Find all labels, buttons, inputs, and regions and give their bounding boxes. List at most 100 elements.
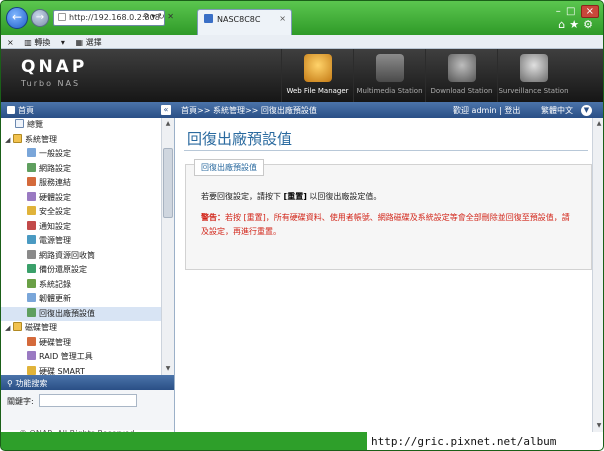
keyword-input[interactable] [39, 394, 137, 407]
tree-item-label: 系統管理 [25, 134, 57, 144]
home-icon[interactable]: ⌂ [558, 18, 569, 31]
tree-item[interactable]: RAID 管理工具 [1, 350, 161, 365]
reset-key-text: [重置] [283, 192, 307, 201]
menu-item-icon [27, 351, 36, 360]
app-surveillance-station[interactable]: Surveillance Station [497, 49, 569, 102]
scroll-up-icon[interactable]: ▲ [594, 119, 603, 129]
tree-item[interactable]: 總覽 [1, 118, 161, 133]
tab-favicon-icon [204, 14, 213, 23]
scroll-thumb[interactable] [163, 148, 173, 218]
favorites-icon[interactable]: ★ [569, 18, 583, 31]
tree-item[interactable]: 硬碟 SMART [1, 365, 161, 376]
qnap-header: QNAP Turbo NAS Web File Manager Multimed… [1, 49, 603, 102]
close-icon[interactable]: × [7, 38, 14, 47]
menu-item-icon [27, 220, 36, 230]
home-link[interactable]: 首頁 [7, 105, 34, 116]
tree-item[interactable]: 備份還原設定 [1, 263, 161, 278]
tree-item[interactable]: 一般設定 [1, 147, 161, 162]
app-download-station[interactable]: Download Station [425, 49, 497, 102]
tree-item-label: 硬體設定 [39, 192, 71, 202]
menu-item-icon [15, 119, 24, 128]
tree-item-label: 硬碟 SMART [39, 366, 85, 376]
search-panel: 關鍵字: [1, 390, 174, 430]
reset-instruction: 若要回復設定，請按下 [重置] 以回復出廠設定值。 [201, 192, 382, 201]
menu-item-icon [27, 177, 36, 186]
app-multimedia-station[interactable]: Multimedia Station [353, 49, 425, 102]
tree-item-label: 服務連結 [39, 178, 71, 187]
tree-group[interactable]: ◢ 系統管理 [1, 133, 161, 148]
menu-item-icon [27, 264, 36, 273]
tree-item[interactable]: 回復出廠預設值 [1, 306, 161, 321]
folder-icon [13, 133, 22, 143]
warning-text: 警告：若按 [重置]，所有硬碟資料、使用者帳號、網路磁碟及系統設定等會全部刪除並… [201, 213, 570, 236]
tree-group[interactable]: ◢ 磁碟管理 [1, 321, 161, 336]
tree-item-label: 備份還原設定 [39, 265, 87, 274]
close-window-icon[interactable]: × [580, 5, 599, 18]
scroll-down-icon[interactable]: ▼ [594, 421, 603, 431]
page-title: 回復出廠預設值 [187, 130, 293, 148]
sidebar-scrollbar[interactable]: ▲ ▼ [161, 118, 174, 375]
reset-panel: 回復出廠預設值 若要回復設定，請按下 [重置] 以回復出廠設定值。 警告：若按 … [185, 159, 592, 270]
keyword-label: 關鍵字: [7, 397, 34, 406]
stop-icon[interactable]: ✕ [167, 12, 174, 21]
language-select[interactable]: 繁體中文 [541, 105, 573, 116]
folder-icon [13, 322, 22, 331]
menu-item-icon [27, 365, 36, 375]
tree-item[interactable]: 網路資源回收筒 [1, 249, 161, 264]
refresh-icon[interactable]: ↻ [158, 12, 165, 21]
menu-item-icon [27, 235, 36, 244]
watermark: http://gric.pixnet.net/album [367, 432, 603, 450]
tree-item[interactable]: 電源管理 [1, 234, 161, 249]
tree-item[interactable]: 系統記錄 [1, 278, 161, 293]
close-tab-icon[interactable]: × [279, 14, 286, 23]
tree-item[interactable]: 硬碟管理 [1, 336, 161, 351]
scroll-up-icon[interactable]: ▲ [163, 119, 173, 129]
tree-item-label: 網路資源回收筒 [39, 250, 95, 260]
browser-tab[interactable]: NASC8C8C × [197, 9, 292, 35]
tree-item[interactable]: 硬體設定 [1, 191, 161, 206]
collapse-sidebar-icon[interactable]: « [161, 105, 171, 115]
welcome-logout[interactable]: 歡迎 admin | 登出 [453, 105, 520, 116]
app-web-file-manager[interactable]: Web File Manager [281, 49, 353, 102]
back-icon[interactable]: ← [6, 7, 28, 29]
settings-icon[interactable]: ⚙ [583, 18, 597, 31]
minimize-icon[interactable]: – [556, 6, 561, 17]
dropdown-icon[interactable]: ▾ [151, 12, 155, 21]
chevron-down-icon[interactable]: ▼ [581, 105, 592, 116]
tree-item[interactable]: 安全設定 [1, 205, 161, 220]
select-button[interactable]: ▦ 選擇 [75, 38, 109, 47]
scroll-down-icon[interactable]: ▼ [163, 364, 173, 374]
download-station-icon [448, 54, 476, 82]
panel-title: 回復出廠預設值 [194, 159, 264, 176]
multimedia-station-icon [376, 54, 404, 82]
main-scrollbar[interactable]: ▲ ▼ [592, 118, 603, 432]
search-panel-header[interactable]: ⚲ 功能搜索 [1, 375, 174, 390]
menu-item-icon [27, 293, 36, 302]
tree-item-label: 網路設定 [39, 163, 71, 173]
tree-item[interactable]: 韌體更新 [1, 292, 161, 307]
address-controls[interactable]: ⚲ ▾ ↻ ✕ [143, 12, 174, 21]
menu-item-icon [27, 278, 36, 288]
tree-item[interactable]: 服務連結 [1, 176, 161, 191]
tree-item-label: 回復出廠預設值 [39, 308, 95, 318]
browser-command-bar: × ▥ 轉換 ▾ ▦ 選擇 [1, 35, 603, 49]
menu-item-icon [27, 307, 36, 317]
tree-item-label: 安全設定 [39, 207, 71, 216]
search-icon[interactable]: ⚲ [143, 12, 149, 21]
tree-item-label: 磁碟管理 [25, 323, 57, 332]
collapse-toggle-icon[interactable]: ◢ [5, 321, 13, 336]
tree-item[interactable]: 網路設定 [1, 162, 161, 177]
sidebar: 總覽 ◢ 系統管理 一般設定 網路設定 服務連結 硬體設定 安全設定 通知設定 電源管理 網路資源回… [1, 118, 175, 432]
tree-item-label: 系統記錄 [39, 279, 71, 289]
main-content: 回復出廠預設值 回復出廠預設值 若要回復設定，請按下 [重置] 以回復出廠設定值… [176, 118, 592, 432]
forward-icon[interactable]: → [31, 9, 49, 27]
web-file-manager-icon [304, 54, 332, 82]
collapse-toggle-icon[interactable]: ◢ [5, 133, 13, 148]
convert-button[interactable]: ▥ 轉換 ▾ [24, 38, 65, 47]
tree-item-label: 通知設定 [39, 221, 71, 231]
menu-item-icon [27, 249, 36, 259]
qnap-logo: QNAP [21, 57, 88, 77]
maximize-icon[interactable]: □ [566, 6, 575, 17]
browser-right-icons: ⌂★⚙ [558, 18, 597, 31]
tree-item[interactable]: 通知設定 [1, 220, 161, 235]
